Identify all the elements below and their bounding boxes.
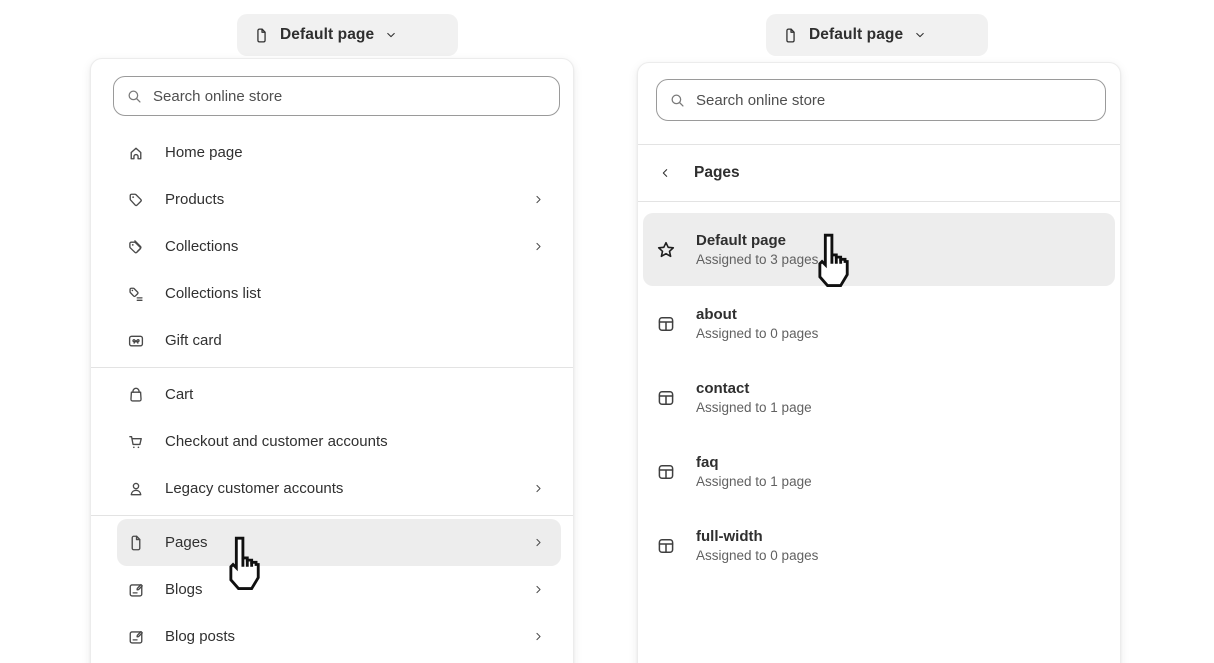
- blog-icon: [127, 628, 145, 646]
- menu-item-collections[interactable]: Collections: [117, 223, 561, 270]
- chevron-right-icon: [532, 240, 545, 253]
- store-nav-menu: Home page Products Collections Collectio…: [91, 129, 573, 660]
- page-selector-screen: Default page Home page Products Collecti…: [0, 0, 1214, 663]
- menu-item-label: Pages: [165, 534, 532, 551]
- list-item-faq[interactable]: faq Assigned to 1 page: [643, 435, 1115, 508]
- default-page-dropdown-right[interactable]: Default page: [766, 14, 988, 56]
- menu-divider: [91, 367, 573, 368]
- template-icon: [656, 314, 676, 334]
- menu-divider: [91, 515, 573, 516]
- item-subtitle: Assigned to 1 page: [696, 400, 812, 415]
- menu-item-blogs[interactable]: Blogs: [117, 566, 561, 613]
- pages-popover: Pages Default page Assigned to 3 pages a…: [637, 62, 1121, 663]
- list-item-full-width[interactable]: full-width Assigned to 0 pages: [643, 509, 1115, 582]
- menu-item-cart[interactable]: Cart: [117, 371, 561, 418]
- search-box: [656, 79, 1106, 121]
- item-title: faq: [696, 454, 812, 471]
- menu-item-checkout[interactable]: Checkout and customer accounts: [117, 418, 561, 465]
- menu-item-products[interactable]: Products: [117, 176, 561, 223]
- menu-item-label: Checkout and customer accounts: [165, 433, 545, 450]
- chevron-left-icon[interactable]: [658, 166, 672, 180]
- chevron-right-icon: [532, 193, 545, 206]
- menu-item-label: Gift card: [165, 332, 545, 349]
- menu-item-home-page[interactable]: Home page: [117, 129, 561, 176]
- menu-item-pages[interactable]: Pages: [117, 519, 561, 566]
- cart-icon: [127, 433, 145, 451]
- pages-list: Default page Assigned to 3 pages about A…: [638, 213, 1120, 582]
- chevron-down-icon: [913, 28, 927, 42]
- blog-icon: [127, 581, 145, 599]
- template-icon: [656, 536, 676, 556]
- home-icon: [127, 144, 145, 162]
- page-icon: [782, 27, 799, 44]
- page-icon: [127, 534, 145, 552]
- default-page-dropdown-left[interactable]: Default page: [237, 14, 458, 56]
- star-icon: [656, 240, 676, 260]
- item-subtitle: Assigned to 0 pages: [696, 326, 818, 341]
- pages-subheader: Pages: [638, 145, 1120, 201]
- menu-item-label: Products: [165, 191, 532, 208]
- page-icon: [253, 27, 270, 44]
- menu-item-gift-card[interactable]: Gift card: [117, 317, 561, 364]
- chevron-down-icon: [384, 28, 398, 42]
- list-item-default-page[interactable]: Default page Assigned to 3 pages: [643, 213, 1115, 286]
- template-icon: [656, 462, 676, 482]
- person-icon: [127, 480, 145, 498]
- chevron-right-icon: [532, 630, 545, 643]
- dropdown-label: Default page: [280, 26, 374, 44]
- search-box: [113, 76, 560, 116]
- item-subtitle: Assigned to 1 page: [696, 474, 812, 489]
- menu-item-label: Collections list: [165, 285, 545, 302]
- collections-icon: [127, 238, 145, 256]
- item-subtitle: Assigned to 3 pages: [696, 252, 818, 267]
- menu-item-collections-list[interactable]: Collections list: [117, 270, 561, 317]
- item-title: full-width: [696, 528, 818, 545]
- menu-item-blog-posts[interactable]: Blog posts: [117, 613, 561, 660]
- collections-list-icon: [127, 285, 145, 303]
- menu-item-legacy-customer-accounts[interactable]: Legacy customer accounts: [117, 465, 561, 512]
- menu-item-label: Blogs: [165, 581, 532, 598]
- menu-item-label: Home page: [165, 144, 545, 161]
- gift-card-icon: [127, 332, 145, 350]
- bag-icon: [127, 386, 145, 404]
- template-icon: [656, 388, 676, 408]
- list-item-about[interactable]: about Assigned to 0 pages: [643, 287, 1115, 360]
- search-input[interactable]: [153, 88, 547, 105]
- menu-item-label: Legacy customer accounts: [165, 480, 532, 497]
- menu-item-label: Collections: [165, 238, 532, 255]
- item-title: contact: [696, 380, 812, 397]
- store-nav-popover: Home page Products Collections Collectio…: [90, 58, 574, 663]
- tag-icon: [127, 191, 145, 209]
- dropdown-label: Default page: [809, 26, 903, 44]
- search-icon: [669, 92, 686, 109]
- divider: [638, 201, 1120, 202]
- chevron-right-icon: [532, 583, 545, 596]
- menu-item-label: Blog posts: [165, 628, 532, 645]
- search-icon: [126, 88, 143, 105]
- item-title: about: [696, 306, 818, 323]
- chevron-right-icon: [532, 536, 545, 549]
- subheader-title: Pages: [694, 164, 740, 182]
- item-title: Default page: [696, 232, 818, 249]
- item-subtitle: Assigned to 0 pages: [696, 548, 818, 563]
- chevron-right-icon: [532, 482, 545, 495]
- list-item-contact[interactable]: contact Assigned to 1 page: [643, 361, 1115, 434]
- menu-item-label: Cart: [165, 386, 545, 403]
- search-input[interactable]: [696, 92, 1093, 109]
